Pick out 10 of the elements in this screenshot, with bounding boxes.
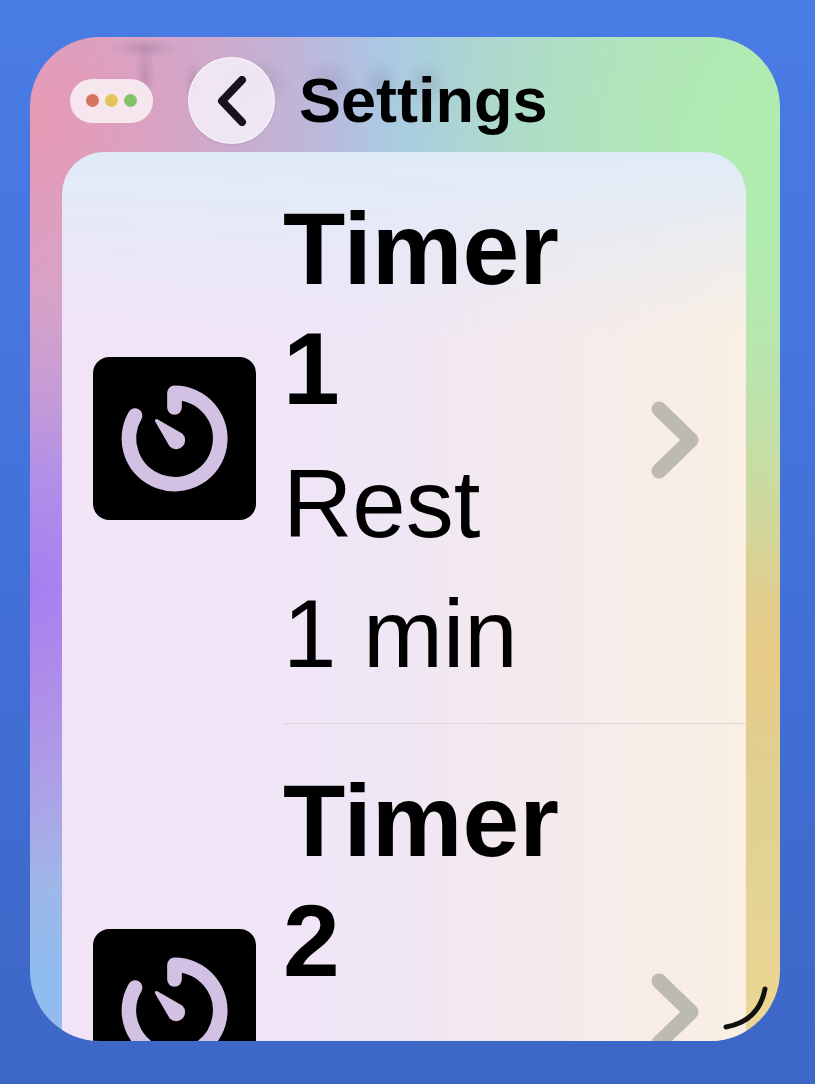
- resize-handle-icon[interactable]: [723, 985, 769, 1031]
- timer-title: Timer 2: [283, 763, 560, 1000]
- timer-detail: 1 min: [283, 579, 519, 689]
- timer-icon: [93, 357, 256, 520]
- timer-title: Timer 1: [283, 191, 560, 428]
- window-controls-pill[interactable]: [70, 78, 153, 123]
- chevron-right-icon[interactable]: [651, 973, 699, 1041]
- chevron-left-icon: [215, 75, 248, 126]
- timer-detail: Rest: [283, 449, 482, 559]
- chevron-right-icon[interactable]: [651, 401, 699, 479]
